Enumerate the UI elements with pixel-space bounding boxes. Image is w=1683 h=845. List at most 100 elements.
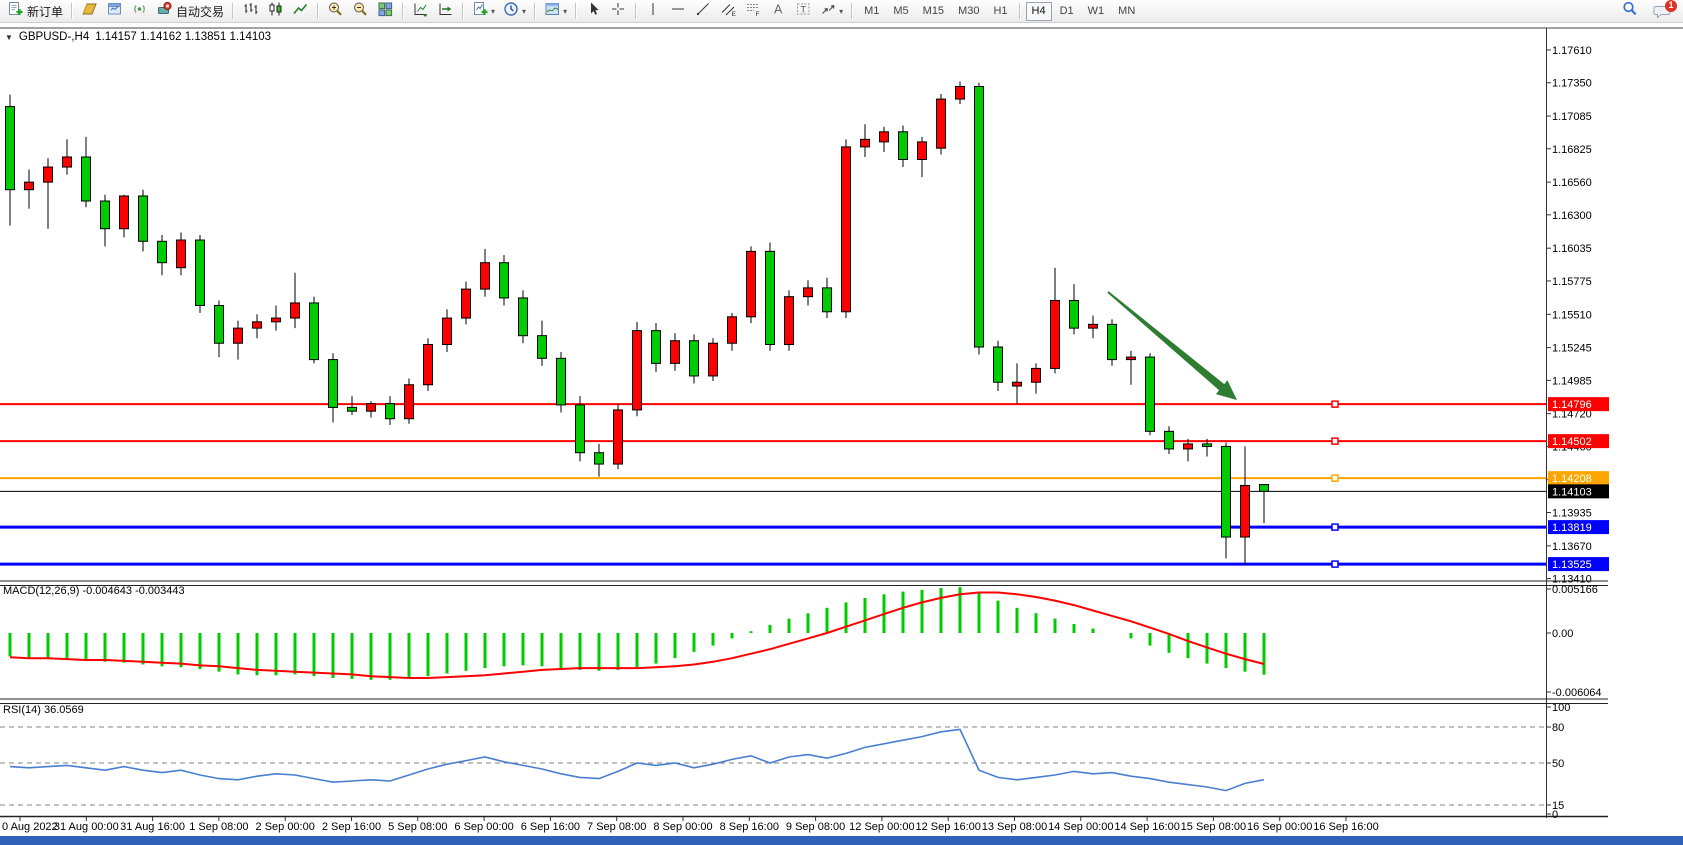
toolbar-separator xyxy=(317,3,319,19)
svg-text:16 Sep 16:00: 16 Sep 16:00 xyxy=(1313,821,1378,833)
channel-icon: E xyxy=(720,1,737,22)
candle-body xyxy=(652,331,661,364)
zoom-in-button[interactable] xyxy=(323,0,348,22)
zoom-out-button[interactable] xyxy=(348,0,373,22)
timeframe-h4-button[interactable]: H4 xyxy=(1026,2,1052,21)
chevron-down-icon[interactable]: ▾ xyxy=(839,7,843,16)
svg-text:1.17085: 1.17085 xyxy=(1552,111,1592,123)
search-icon[interactable] xyxy=(1621,0,1639,23)
tile-windows-button[interactable] xyxy=(373,0,398,22)
timeframe-m1-button[interactable]: M1 xyxy=(858,2,885,21)
channel-tool-button[interactable]: E xyxy=(716,0,741,22)
mt4-window: { "toolbar": { "new_order_label": "新订单",… xyxy=(0,0,1683,845)
market-watch-icon xyxy=(106,1,123,22)
cursor-tool-button[interactable] xyxy=(581,0,606,22)
toolbar-separator xyxy=(462,3,464,19)
fibonacci-tool-button[interactable]: F xyxy=(741,0,766,22)
candle-body xyxy=(1013,382,1022,386)
trendline-tool-button[interactable] xyxy=(691,0,716,22)
candle-body xyxy=(633,331,642,410)
auto-arrange-button[interactable] xyxy=(408,0,433,22)
timeframe-d1-button[interactable]: D1 xyxy=(1054,2,1080,21)
text-icon: A xyxy=(770,1,787,22)
autotrading-label: 自动交易 xyxy=(176,3,224,20)
svg-text:1.15510: 1.15510 xyxy=(1552,309,1592,321)
candle-body xyxy=(177,240,186,268)
candle-body xyxy=(918,142,927,160)
timeframe-m30-button[interactable]: M30 xyxy=(952,2,985,21)
svg-text:31 Aug 16:00: 31 Aug 16:00 xyxy=(120,821,185,833)
zoom-in-icon xyxy=(327,1,344,22)
candle-body xyxy=(1070,300,1079,328)
candle-body xyxy=(956,86,965,99)
vertical-line-tool-button[interactable] xyxy=(641,0,666,22)
timeframe-mn-button[interactable]: MN xyxy=(1112,2,1141,21)
horizontal-line-tool-button[interactable] xyxy=(666,0,691,22)
svg-text:2 Sep 16:00: 2 Sep 16:00 xyxy=(322,821,381,833)
line-chart-mode-button[interactable] xyxy=(288,0,313,22)
candle-body xyxy=(1203,444,1212,447)
templates-button[interactable]: ▾ xyxy=(540,0,571,22)
candle-body xyxy=(994,347,1003,382)
hline-handle[interactable] xyxy=(1332,438,1338,444)
arrows-tool-button[interactable]: ▾ xyxy=(816,0,847,22)
candle-body xyxy=(975,86,984,347)
bar-chart-mode-button[interactable] xyxy=(238,0,263,22)
rsi-line xyxy=(10,729,1264,790)
bars-icon xyxy=(242,1,259,22)
crosshair-tool-button[interactable] xyxy=(606,0,631,22)
candle-chart-mode-button[interactable] xyxy=(263,0,288,22)
periods-button[interactable]: ▾ xyxy=(499,0,530,22)
symbol-period-label: GBPUSD-,H4 xyxy=(19,31,89,43)
svg-text:1.14985: 1.14985 xyxy=(1552,375,1592,387)
signals-icon xyxy=(131,1,148,22)
timeframe-m15-button[interactable]: M15 xyxy=(917,2,950,21)
chart-shift-button[interactable] xyxy=(433,0,458,22)
candle-body xyxy=(158,241,167,262)
price-axis[interactable]: 1.176101.173501.170851.168251.165601.163… xyxy=(1546,45,1592,586)
text-tool-button[interactable]: A xyxy=(766,0,791,22)
candle-body xyxy=(671,341,680,364)
timeframe-h1-button[interactable]: H1 xyxy=(987,2,1013,21)
new-order-button[interactable]: 新订单 xyxy=(3,0,67,22)
svg-text:31 Aug 00:00: 31 Aug 00:00 xyxy=(54,821,119,833)
label-tool-button[interactable]: T xyxy=(791,0,816,22)
candle-body xyxy=(139,196,148,241)
timeframe-m5-button[interactable]: M5 xyxy=(887,2,914,21)
chevron-down-icon[interactable]: ▾ xyxy=(491,7,495,16)
hline-handle[interactable] xyxy=(1332,561,1338,567)
candles-icon xyxy=(267,1,284,22)
toolbar-separator xyxy=(534,3,536,19)
hline-handle[interactable] xyxy=(1332,524,1338,530)
hline-handle[interactable] xyxy=(1332,475,1338,481)
hline-handle[interactable] xyxy=(1332,401,1338,407)
svg-text:2 Sep 00:00: 2 Sep 00:00 xyxy=(256,821,315,833)
signals-button[interactable] xyxy=(127,0,152,22)
svg-text:8 Sep 16:00: 8 Sep 16:00 xyxy=(720,821,779,833)
chevron-down-icon[interactable]: ▾ xyxy=(563,7,567,16)
notifications-chat-icon[interactable]: 1 xyxy=(1653,2,1673,20)
timeframe-w1-button[interactable]: W1 xyxy=(1082,2,1111,21)
svg-text:1.16560: 1.16560 xyxy=(1552,177,1592,189)
svg-text:14 Sep 16:00: 14 Sep 16:00 xyxy=(1114,821,1179,833)
autotrading-button[interactable]: 自动交易 xyxy=(152,0,228,22)
svg-text:F: F xyxy=(756,11,760,17)
add-indicator-button[interactable]: ▾ xyxy=(468,0,499,22)
time-axis[interactable]: 0 Aug 202231 Aug 00:0031 Aug 16:001 Sep … xyxy=(2,817,1379,833)
shift-icon xyxy=(437,1,454,22)
taskbar-strip xyxy=(0,836,1683,845)
main-toolbar: 新订单 自动交易 ▾ ▾ ▾ E F AT ▾ M1M5M15M30H1 H4D1W1MN 1 xyxy=(0,0,1683,23)
arrow-annotation[interactable] xyxy=(1107,291,1237,400)
candle-body xyxy=(63,157,72,167)
market-watch-button[interactable] xyxy=(102,0,127,22)
svg-text:16 Sep 00:00: 16 Sep 00:00 xyxy=(1247,821,1312,833)
candle-body xyxy=(842,147,851,312)
svg-text:1.13819: 1.13819 xyxy=(1552,522,1592,534)
chart-canvas[interactable]: 1.176101.173501.170851.168251.165601.163… xyxy=(0,0,1683,845)
shapes-icon xyxy=(820,1,837,22)
chevron-down-icon[interactable]: ▾ xyxy=(522,7,526,16)
profiles-button[interactable] xyxy=(77,0,102,22)
fibonacci-icon: F xyxy=(745,1,762,22)
svg-text:12 Sep 16:00: 12 Sep 16:00 xyxy=(915,821,980,833)
window-menu-arrow-icon[interactable]: ▼ xyxy=(5,33,13,42)
